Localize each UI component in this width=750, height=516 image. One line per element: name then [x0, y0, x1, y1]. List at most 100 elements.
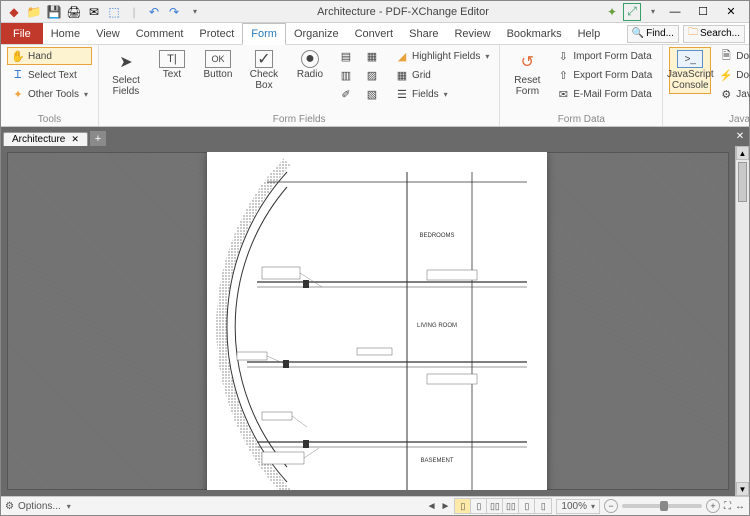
- document-tabstrip: Architecture ✕ + ✕: [1, 127, 749, 146]
- export-icon: ⇧: [556, 68, 570, 82]
- print-icon[interactable]: 🖨: [65, 3, 83, 21]
- app-icon[interactable]: ◆: [5, 3, 23, 21]
- js-options-icon: ⚙: [719, 87, 733, 101]
- layout-5[interactable]: ▯: [519, 499, 535, 513]
- document-javascript[interactable]: 🗎Document JavaScript: [715, 47, 750, 65]
- dropdown-icon: ▥: [339, 68, 353, 82]
- launch-more[interactable]: [643, 3, 661, 21]
- checkbox-button[interactable]: ✓Check Box: [243, 47, 285, 94]
- zoom-out-button[interactable]: −: [604, 499, 618, 513]
- image-button[interactable]: ▧: [361, 85, 383, 103]
- redo-button[interactable]: ↷: [165, 3, 183, 21]
- close-all-button[interactable]: ✕: [733, 129, 747, 143]
- tab-form[interactable]: Form: [242, 23, 286, 45]
- other-tools-menu[interactable]: ✦Other Tools: [7, 85, 92, 103]
- fit-page-button[interactable]: ⛶: [724, 501, 731, 512]
- close-button[interactable]: ✕: [717, 3, 745, 21]
- reset-form-button[interactable]: ↺Reset Form: [506, 47, 548, 100]
- grid-toggle[interactable]: ▦Grid: [391, 66, 493, 84]
- fit-width-button[interactable]: ↔: [735, 501, 745, 512]
- page: BEDROOMS LIVING ROOM BASEMENT: [207, 152, 547, 490]
- email-label: E-Mail Form Data: [573, 89, 651, 100]
- javascript-console-button[interactable]: >_JavaScript Console: [669, 47, 711, 94]
- scroll-down-button[interactable]: ▼: [736, 482, 749, 496]
- email-icon[interactable]: ✉: [85, 3, 103, 21]
- layout-facing-continuous[interactable]: ▯▯: [503, 499, 519, 513]
- minimize-button[interactable]: ―: [661, 3, 689, 21]
- select-fields-button[interactable]: ➤Select Fields: [105, 47, 147, 100]
- tab-organize[interactable]: Organize: [286, 23, 347, 44]
- listbox-icon: ▤: [339, 49, 353, 63]
- button-icon: OK: [205, 50, 231, 68]
- import-icon: ⇩: [556, 49, 570, 63]
- select-text-tool[interactable]: ᏆSelect Text: [7, 66, 92, 84]
- tab-help[interactable]: Help: [570, 23, 609, 44]
- qat-more[interactable]: [185, 3, 203, 21]
- document-tab[interactable]: Architecture ✕: [3, 132, 88, 146]
- file-menu[interactable]: File: [1, 23, 43, 44]
- tab-comment[interactable]: Comment: [128, 23, 192, 44]
- scan-icon[interactable]: ⬚: [105, 3, 123, 21]
- zoom-thumb[interactable]: [660, 501, 668, 511]
- cursor-icon: ➤: [114, 50, 138, 74]
- find-button[interactable]: 🔍Find...: [627, 25, 679, 43]
- dropdown-button[interactable]: ▥: [335, 66, 357, 84]
- tab-view[interactable]: View: [88, 23, 128, 44]
- highlight-fields-menu[interactable]: ◢Highlight Fields: [391, 47, 493, 65]
- listbox-button[interactable]: ▤: [335, 47, 357, 65]
- group-tools-label: Tools: [7, 113, 92, 126]
- launch-icon[interactable]: ⤢: [623, 3, 641, 21]
- group-javascript-label: JavaScript: [669, 113, 750, 126]
- tab-protect[interactable]: Protect: [191, 23, 242, 44]
- window-controls: ― ☐ ✕: [661, 3, 745, 21]
- zoom-in-button[interactable]: +: [706, 499, 720, 513]
- open-icon[interactable]: 📁: [25, 3, 43, 21]
- options-menu[interactable]: ⚙ Options...: [5, 501, 71, 512]
- vertical-scrollbar[interactable]: ▲ ▼: [735, 146, 749, 496]
- architectural-drawing: BEDROOMS LIVING ROOM BASEMENT: [207, 152, 547, 490]
- tab-convert[interactable]: Convert: [347, 23, 402, 44]
- group-tools: ✋Hand ᏆSelect Text ✦Other Tools Tools: [1, 45, 99, 126]
- scroll-thumb[interactable]: [738, 162, 747, 202]
- maximize-button[interactable]: ☐: [689, 3, 717, 21]
- group-form-fields-label: Form Fields: [105, 113, 493, 126]
- save-icon[interactable]: 💾: [45, 3, 63, 21]
- javascript-options[interactable]: ⚙JavaScript Options: [715, 85, 750, 103]
- radio-icon: ●: [301, 50, 319, 68]
- checkbox-icon: ✓: [255, 50, 273, 68]
- text-field-button[interactable]: T|Text: [151, 47, 193, 83]
- fields-menu[interactable]: ☰Fields: [391, 85, 493, 103]
- next-page-button[interactable]: ►: [441, 501, 451, 512]
- title-right-tools: ✦ ⤢: [603, 3, 661, 21]
- hand-tool[interactable]: ✋Hand: [7, 47, 92, 65]
- document-canvas[interactable]: BEDROOMS LIVING ROOM BASEMENT: [7, 152, 729, 490]
- new-tab-button[interactable]: +: [90, 131, 106, 146]
- scroll-up-button[interactable]: ▲: [736, 146, 749, 160]
- date-button[interactable]: ▨: [361, 66, 383, 84]
- layout-6[interactable]: ▯: [535, 499, 551, 513]
- tab-review[interactable]: Review: [446, 23, 498, 44]
- layout-single[interactable]: ▯: [455, 499, 471, 513]
- import-form-data[interactable]: ⇩Import Form Data: [552, 47, 656, 65]
- email-form-data[interactable]: ✉E-Mail Form Data: [552, 85, 656, 103]
- document-actions[interactable]: ⚡Document Actions: [715, 66, 750, 84]
- undo-button[interactable]: ↶: [145, 3, 163, 21]
- radio-button[interactable]: ●Radio: [289, 47, 331, 83]
- layout-facing[interactable]: ▯▯: [487, 499, 503, 513]
- tab-share[interactable]: Share: [401, 23, 446, 44]
- console-icon: >_: [677, 50, 703, 68]
- button-field-button[interactable]: OKButton: [197, 47, 239, 83]
- zoom-value-box[interactable]: 100%: [556, 499, 600, 514]
- barcode-button[interactable]: ▦: [361, 47, 383, 65]
- export-form-data[interactable]: ⇧Export Form Data: [552, 66, 656, 84]
- tab-home[interactable]: Home: [43, 23, 88, 44]
- layout-continuous[interactable]: ▯: [471, 499, 487, 513]
- tab-bookmarks[interactable]: Bookmarks: [499, 23, 570, 44]
- search-button[interactable]: 🗀Search...: [683, 25, 745, 43]
- prev-page-button[interactable]: ◄: [427, 501, 437, 512]
- zoom-slider[interactable]: [622, 504, 702, 508]
- page-layout-buttons: ▯ ▯ ▯▯ ▯▯ ▯ ▯: [454, 498, 552, 514]
- ui-options-icon[interactable]: ✦: [603, 3, 621, 21]
- tab-close-icon[interactable]: ✕: [71, 134, 79, 145]
- signature-button[interactable]: ✐: [335, 85, 357, 103]
